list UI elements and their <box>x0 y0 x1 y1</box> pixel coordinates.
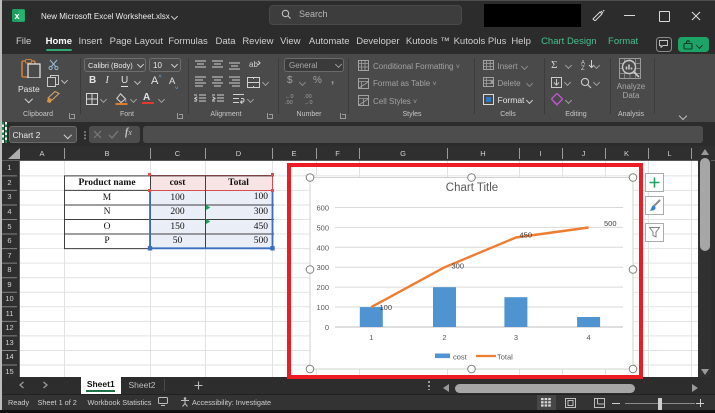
svg-text:.00: .00 <box>285 100 293 104</box>
svg-text:x: x <box>14 11 19 21</box>
svg-text:Z: Z <box>581 66 585 70</box>
svg-text:ab: ab <box>249 60 258 69</box>
svg-text:→0: →0 <box>304 100 313 104</box>
